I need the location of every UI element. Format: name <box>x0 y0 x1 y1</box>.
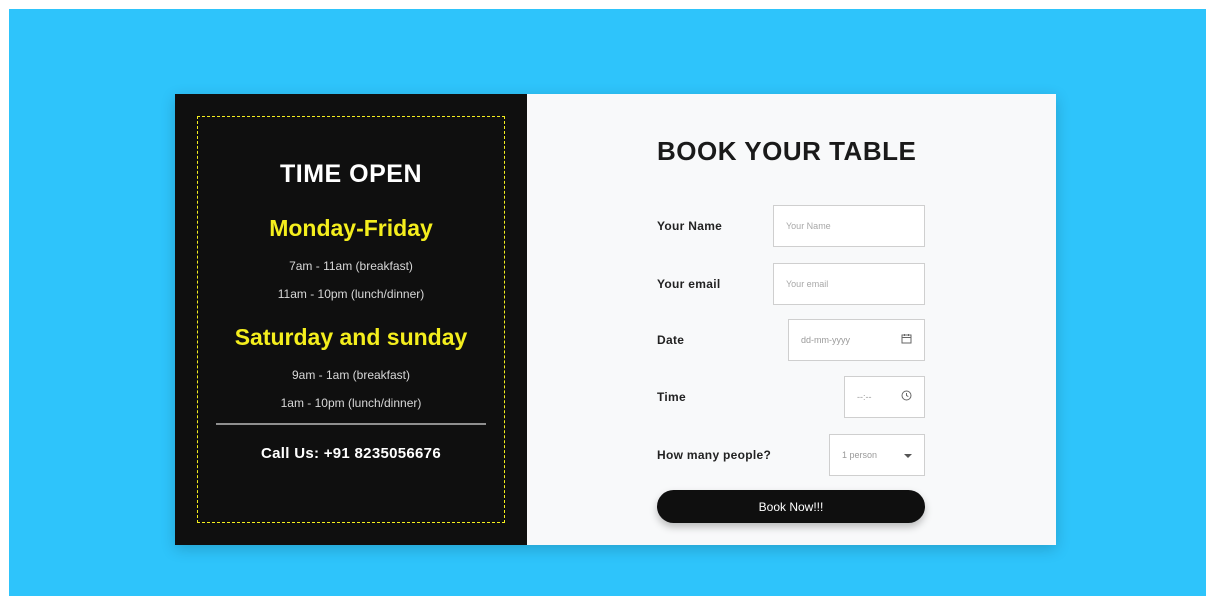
date-field[interactable]: dd-mm-yyyy <box>788 319 925 361</box>
name-field <box>773 205 925 247</box>
clock-icon[interactable] <box>901 390 912 404</box>
email-label: Your email <box>657 277 721 291</box>
weekend-slot-breakfast: 9am - 1am (breakfast) <box>291 368 411 382</box>
date-placeholder: dd-mm-yyyy <box>801 335 850 345</box>
time-row: Time --:-- <box>657 376 925 418</box>
people-select[interactable]: 1 person <box>829 434 925 476</box>
name-label: Your Name <box>657 219 723 233</box>
name-row: Your Name <box>657 205 925 247</box>
people-row: How many people? 1 person <box>657 434 925 476</box>
booking-title: BOOK YOUR TABLE <box>657 136 917 166</box>
weekend-hours: 9am - 1am (breakfast) 1am - 10pm (lunch/… <box>281 361 422 417</box>
time-placeholder: --:-- <box>857 392 872 402</box>
weekday-label: Monday-Friday <box>269 215 433 241</box>
time-open-title: TIME OPEN <box>279 160 422 188</box>
chevron-down-icon <box>904 448 912 462</box>
name-input[interactable] <box>786 221 912 231</box>
weekday-slot-breakfast: 7am - 11am (breakfast) <box>289 259 413 273</box>
time-field[interactable]: --:-- <box>844 376 925 418</box>
hours-divider <box>216 423 486 425</box>
hours-frame: TIME OPEN Monday-Friday 7am - 11am (brea… <box>197 116 505 523</box>
hours-panel: TIME OPEN Monday-Friday 7am - 11am (brea… <box>175 94 527 545</box>
book-now-button[interactable]: Book Now!!! <box>657 490 925 523</box>
people-value: 1 person <box>842 450 878 460</box>
page-background: TIME OPEN Monday-Friday 7am - 11am (brea… <box>9 9 1206 596</box>
email-field <box>773 263 925 305</box>
email-row: Your email <box>657 263 925 305</box>
weekend-label: Saturday and sunday <box>234 324 468 350</box>
booking-card: TIME OPEN Monday-Friday 7am - 11am (brea… <box>175 94 1056 545</box>
calendar-icon[interactable] <box>901 333 912 347</box>
email-input[interactable] <box>786 279 912 289</box>
weekend-slot-lunch: 1am - 10pm (lunch/dinner) <box>280 396 422 410</box>
time-label: Time <box>657 390 686 404</box>
booking-panel: BOOK YOUR TABLE Your Name Your email Dat… <box>527 94 1056 545</box>
weekday-hours: 7am - 11am (breakfast) 11am - 10pm (lunc… <box>278 252 425 308</box>
call-us-text: Call Us: +91 8235056676 <box>261 445 441 462</box>
weekday-slot-lunch: 11am - 10pm (lunch/dinner) <box>277 287 425 301</box>
date-row: Date dd-mm-yyyy <box>657 319 925 361</box>
date-label: Date <box>657 333 685 347</box>
people-label: How many people? <box>657 448 772 462</box>
